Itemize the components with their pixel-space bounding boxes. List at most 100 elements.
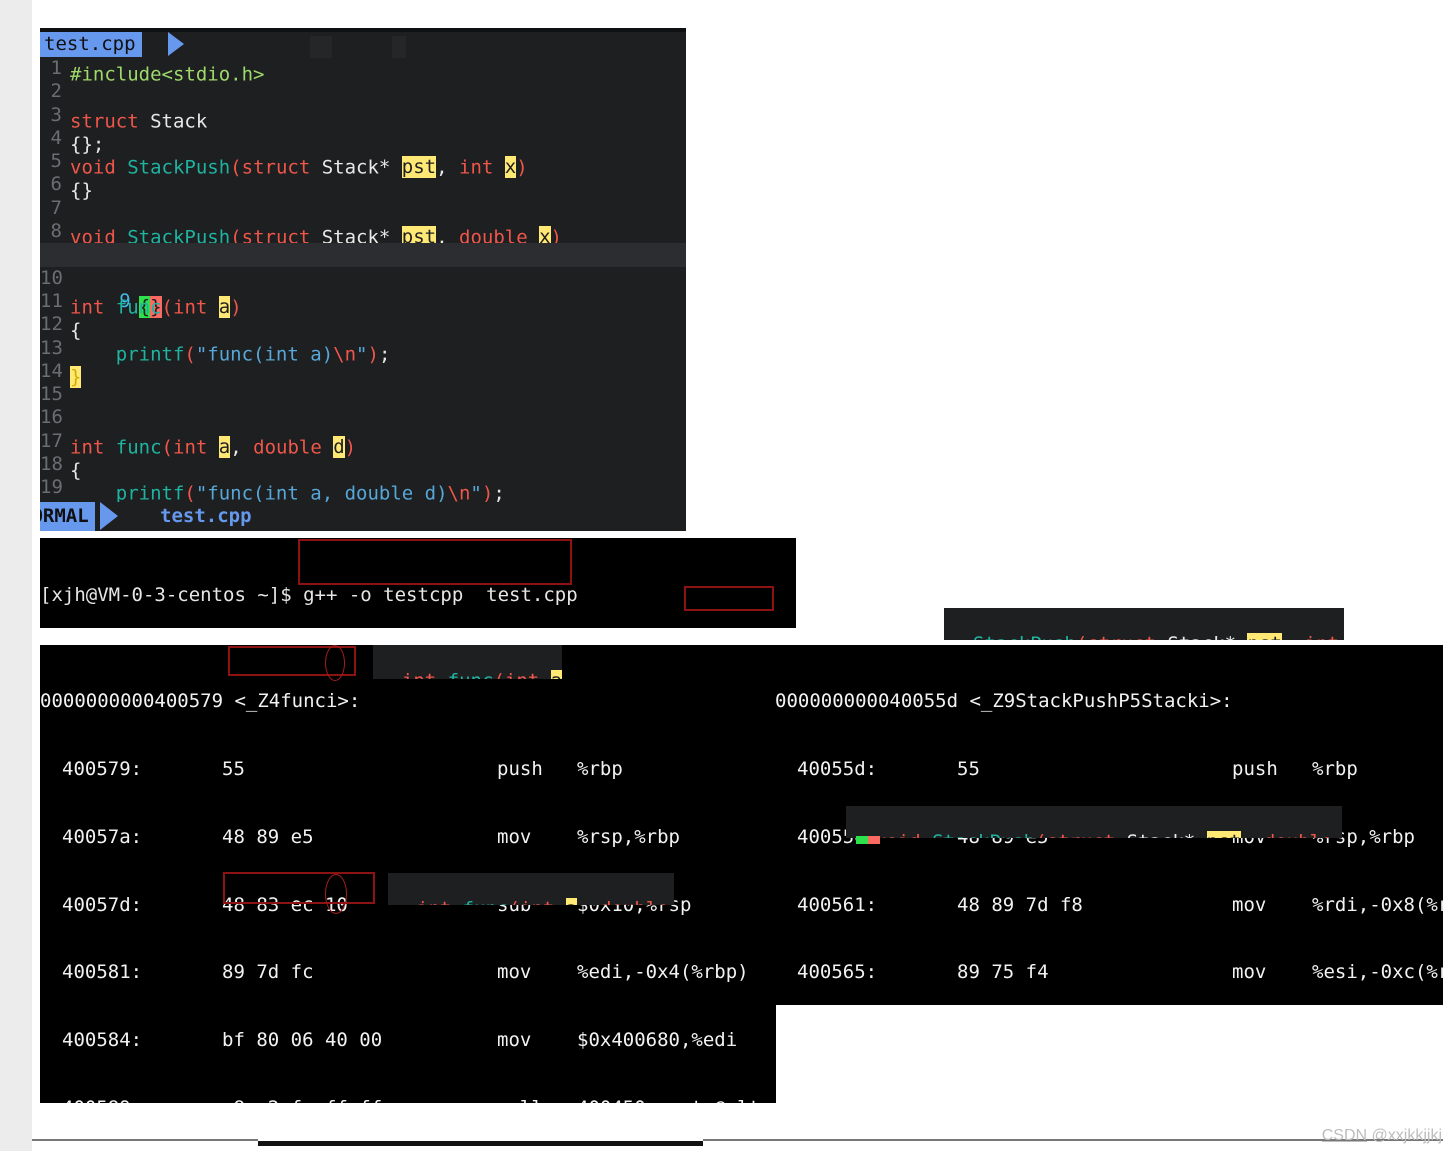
cursor-line-highlight [40, 243, 686, 267]
disasm-operands: $0x400680,%edi [577, 1029, 738, 1052]
disasm-row: 40055d: 55 push %rbp [775, 758, 1443, 781]
disasm-bytes: 89 75 f4 [957, 961, 1049, 984]
disasm-row: 40057a: 48 89 e5 mov %rsp,%rbp [40, 826, 776, 849]
disasm-row: 400579: 55 push %rbp [40, 758, 776, 781]
tab-ghost-1 [310, 36, 332, 58]
vim-editor-window[interactable]: test.cpp 1 #include<stdio.h> 2 3 struct St… [40, 28, 686, 531]
overlay-source-stackpush-int: StackPush(struct Stack* pst, int x) [944, 608, 1344, 640]
code-line-cursor: 9{} [40, 243, 686, 319]
disasm-mnemonic: mov [497, 825, 532, 848]
code-line: 2 [40, 80, 686, 103]
disasm-symbol-name: <_Z4funci>: [234, 690, 361, 713]
disasm-bytes: 48 89 7d f8 [957, 893, 1083, 916]
disasm-bytes: bf 80 06 40 00 [222, 1029, 383, 1052]
mode-arrow-icon [100, 502, 118, 530]
tab-test-cpp[interactable]: test.cpp [40, 32, 142, 57]
disasm-address: 40057d: [62, 893, 143, 916]
disasm-row: 400584: bf 80 06 40 00 mov $0x400680,%edi [40, 1029, 776, 1052]
disasm-header-row: 000000000040055d <_Z9StackPushP5Stacki>: [775, 690, 1443, 713]
vim-mode-indicator: NORMAL [40, 502, 95, 531]
disasm-bytes: 48 89 e5 [222, 825, 314, 848]
code-line: 18{ [40, 453, 686, 481]
disasm-operands: %rbp [1312, 757, 1358, 780]
line-number: 6 [50, 173, 62, 196]
line-number: 18 [40, 453, 62, 476]
horizontal-rule [32, 1139, 258, 1141]
code-line: 3 struct Stack [40, 103, 686, 132]
terminal-window[interactable]: [xjh@VM-0-3-centos ~]$ g++ -o testcpp te… [40, 538, 796, 628]
disasm-operands: %edi,-0x4(%rbp) [577, 961, 749, 984]
code-line: 13 printf("func(int a)\n"); [40, 336, 391, 365]
line-number: 15 [40, 383, 62, 406]
horizontal-scrollbar-thumb[interactable] [258, 1141, 703, 1146]
code-line: 4 {}; [40, 126, 686, 155]
watermark-user: @xxjkkjjkj [1371, 1127, 1442, 1144]
shell-prompt: [xjh@VM-0-3-centos ~]$ [40, 584, 304, 606]
overlay-brace-remnant-close [868, 836, 880, 844]
line-number: 16 [40, 406, 62, 429]
disasm-address: 400565: [797, 961, 878, 984]
code-line: 8 void StackPush(struct Stack* pst, doubl… [40, 220, 686, 249]
disasm-mnemonic: push [1232, 757, 1278, 780]
line-number: 17 [40, 429, 62, 452]
overlay-source-stackpush-double: void StackPush(struct Stack* pst, double… [846, 806, 1342, 838]
disasm-mnemonic: mov [1232, 893, 1267, 916]
editor-tabline[interactable]: test.cpp [40, 32, 686, 58]
disasm-header-row: 0000000000400579 <_Z4funci>: [40, 690, 776, 713]
disasm-row: 400561: 48 89 7d f8 mov %rdi,-0x8(%r [775, 894, 1443, 917]
disasm-operands: %rsp,%rbp [577, 825, 680, 848]
disasm-mnemonic: mov [497, 1029, 532, 1052]
disasm-operands: %rbp [577, 757, 623, 780]
code-line: 11 int func(int a) [40, 289, 242, 319]
tab-arrow-icon [168, 32, 184, 56]
line-number: 3 [50, 103, 62, 126]
disasm-row: 400589:e8 c2 fe ff ffcallq400450 <puts@p… [40, 1097, 776, 1103]
line-number: 14 [40, 359, 62, 382]
line-number: 10 [40, 266, 62, 289]
code-line: 16 [40, 406, 686, 429]
disasm-symbol-name: <_Z9StackPushP5Stacki>: [969, 690, 1233, 713]
line-number: 2 [50, 80, 62, 103]
disasm-bytes: 55 [222, 757, 245, 780]
disasm-address: 400579: [62, 757, 143, 780]
disasm-mnemonic: mov [497, 961, 532, 984]
overlay-source-func-int: int func(int a){ [373, 645, 562, 679]
line-number: 5 [50, 150, 62, 173]
line-number: 12 [40, 313, 62, 336]
code-line: 14} [40, 359, 686, 389]
line-number: 8 [50, 220, 62, 243]
disasm-mnemonic: callq [497, 1097, 577, 1103]
vim-status-line: NORMAL test.cpp [40, 502, 686, 531]
disasm-operands: 400450 <puts@plt> [577, 1097, 771, 1103]
disasm-bytes: 89 7d fc [222, 961, 314, 984]
code-line: 19 printf("func(int a, double d)\n"); [40, 476, 505, 505]
disasm-symbol-address: 000000000040055d [775, 690, 959, 713]
disasm-address: 40055d: [797, 757, 878, 780]
overlay-source-func-int-double: int func(int a, double d) [388, 873, 674, 905]
code-line: 1 #include<stdio.h> [40, 57, 686, 85]
watermark: CSDN @xxjkkjjkj [1322, 1127, 1442, 1145]
disasm-row: 400565: 89 75 f4 mov %esi,-0xc(%r [775, 961, 1443, 984]
disasm-row: 400581: 89 7d fc mov %edi,-0x4(%rbp) [40, 961, 776, 984]
code-line: 15 [40, 383, 686, 406]
code-line: 10 [40, 267, 686, 290]
watermark-brand: CSDN [1321, 1127, 1368, 1144]
terminal-line-command-1: [xjh@VM-0-3-centos ~]$ g++ -o testcpp te… [40, 584, 796, 607]
tab-ghost-2 [392, 36, 406, 58]
line-number: 13 [40, 336, 62, 359]
disasm-bytes: e8 c2 fe ff ff [222, 1097, 497, 1103]
page-left-margin [0, 0, 32, 1151]
disasm-address: 400581: [62, 961, 143, 984]
code-line: 6{} [40, 173, 686, 201]
code-area[interactable]: 1 #include<stdio.h> 2 3 struct Stack 4 {}; … [40, 57, 686, 528]
code-line: 7 [40, 197, 686, 220]
disasm-operands: %esi,-0xc(%r [1312, 961, 1443, 984]
status-file-name: test.cpp [160, 505, 252, 527]
code-line: 12{ [40, 313, 686, 341]
line-number: 4 [50, 126, 62, 149]
line-number: 19 [40, 476, 62, 499]
code-line: 17 int func(int a, double d) [40, 429, 357, 459]
line-number: 1 [50, 57, 62, 79]
code-line: 5 void StackPush(struct Stack* pst, int x… [40, 150, 686, 179]
disasm-symbol-address: 0000000000400579 [40, 690, 224, 713]
